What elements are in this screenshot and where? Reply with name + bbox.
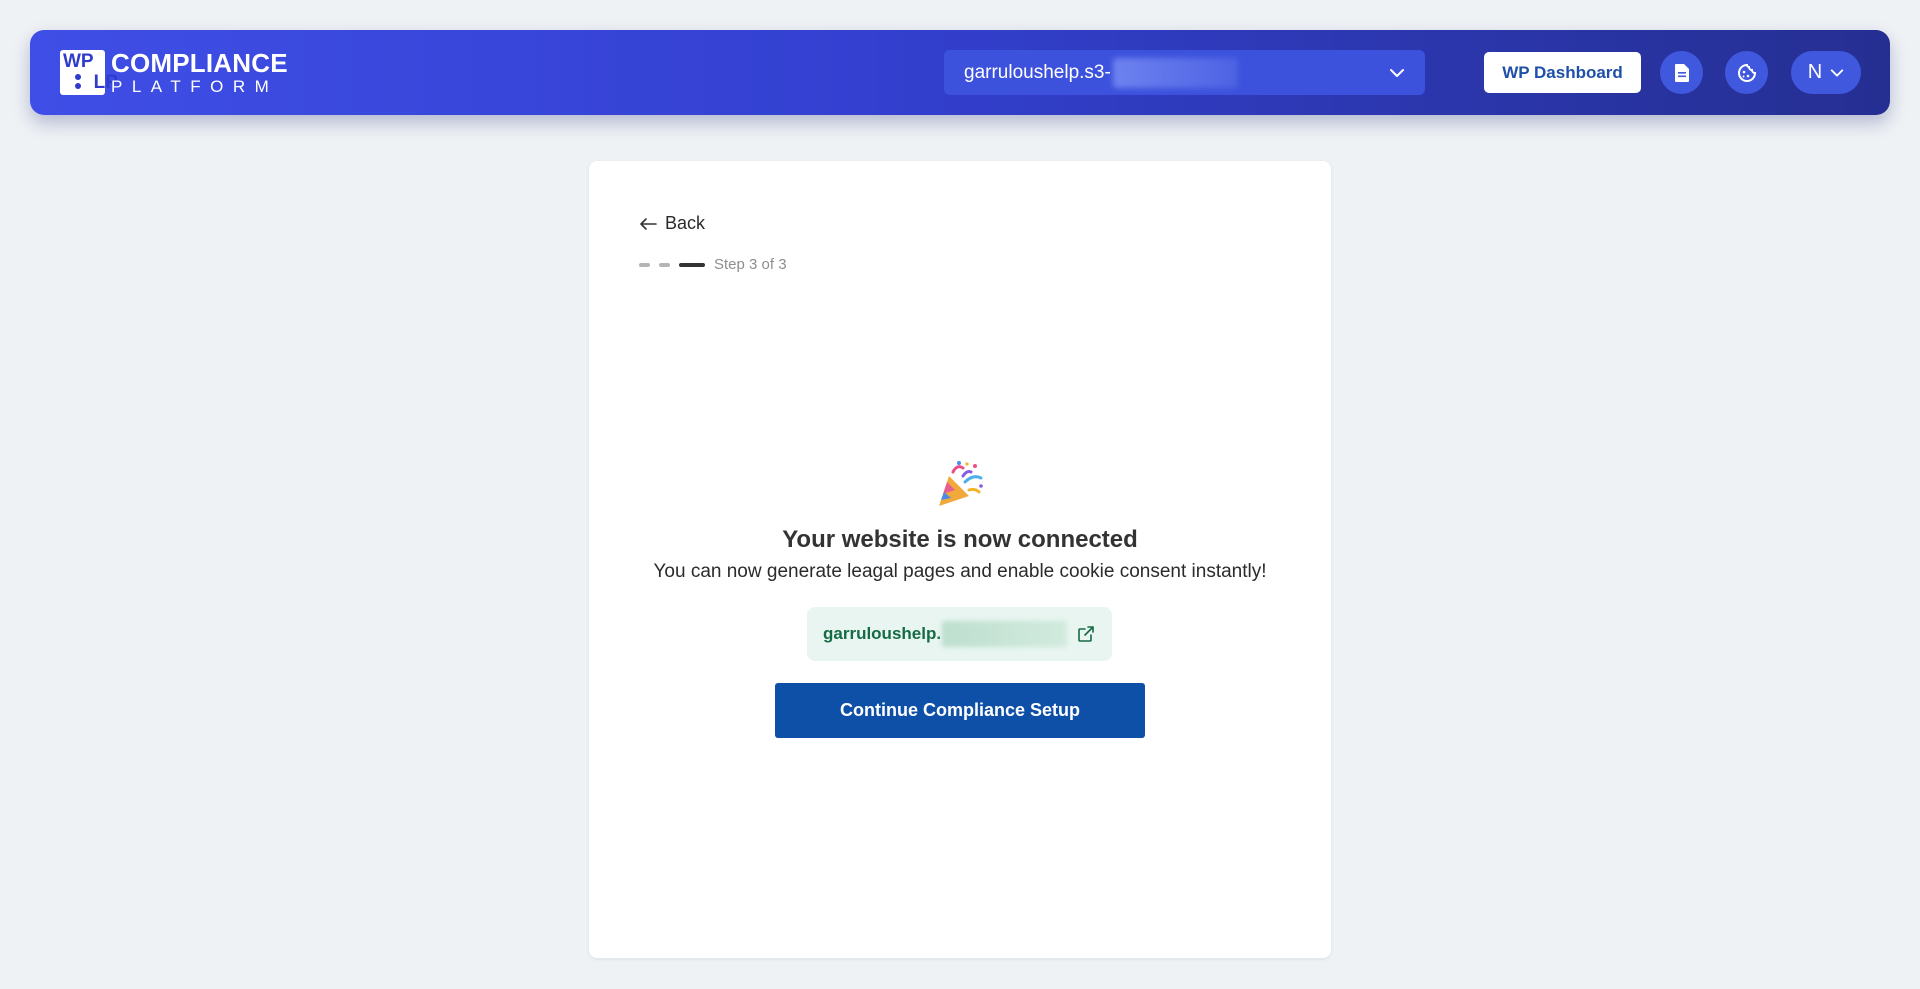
user-menu-button[interactable]: N	[1791, 51, 1861, 94]
logo-mark: WP LP	[60, 49, 118, 95]
documents-button[interactable]	[1660, 51, 1703, 94]
back-link[interactable]: Back	[639, 213, 705, 234]
connected-site-link[interactable]: garruloushelp.	[807, 607, 1112, 661]
step-dash-1	[639, 262, 650, 267]
logo-subtitle: PLATFORM	[111, 76, 279, 96]
redacted-text	[942, 621, 1068, 647]
arrow-left-icon	[640, 217, 657, 230]
step-label: Step 3 of 3	[714, 256, 787, 273]
wp-dashboard-button[interactable]: WP Dashboard	[1484, 52, 1641, 93]
step-dash-2	[659, 262, 670, 267]
cookie-consent-button[interactable]	[1725, 51, 1768, 94]
site-selector-value: garruloushelp.s3-	[964, 61, 1111, 83]
back-label: Back	[665, 213, 706, 233]
site-url: garruloushelp.	[823, 624, 942, 643]
user-initial: N	[1807, 61, 1823, 83]
celebration	[589, 460, 1331, 510]
party-popper-icon	[939, 461, 983, 506]
step-dash-3-active	[679, 262, 705, 267]
redacted-text	[1112, 57, 1238, 88]
top-navbar: WP LP COMPLIANCE PLATFORM garruloushelp.…	[30, 30, 1890, 115]
logo-mark-top: WP	[63, 51, 94, 73]
logo-dots-icon	[75, 74, 82, 90]
continue-compliance-setup-button[interactable]: Continue Compliance Setup	[775, 683, 1145, 738]
cookie-icon	[1737, 63, 1756, 82]
success-subtext: You can now generate leagal pages and en…	[653, 561, 1267, 582]
logo-text: COMPLIANCE PLATFORM	[111, 50, 288, 95]
site-selector-dropdown[interactable]: garruloushelp.s3-	[944, 50, 1425, 95]
chevron-down-icon	[1390, 68, 1404, 77]
connection-success-card: Back Step 3 of 3 Your website is now con…	[589, 161, 1331, 958]
external-link-icon	[1078, 626, 1094, 642]
brand-logo[interactable]: WP LP COMPLIANCE PLATFORM	[60, 49, 288, 95]
success-headline: Your website is now connected	[782, 526, 1138, 553]
step-indicator: Step 3 of 3	[639, 256, 787, 273]
chevron-down-icon	[1831, 68, 1844, 77]
logo-title: COMPLIANCE	[111, 47, 288, 78]
logo-mark-bottom-left	[63, 72, 94, 93]
document-icon	[1674, 63, 1689, 82]
